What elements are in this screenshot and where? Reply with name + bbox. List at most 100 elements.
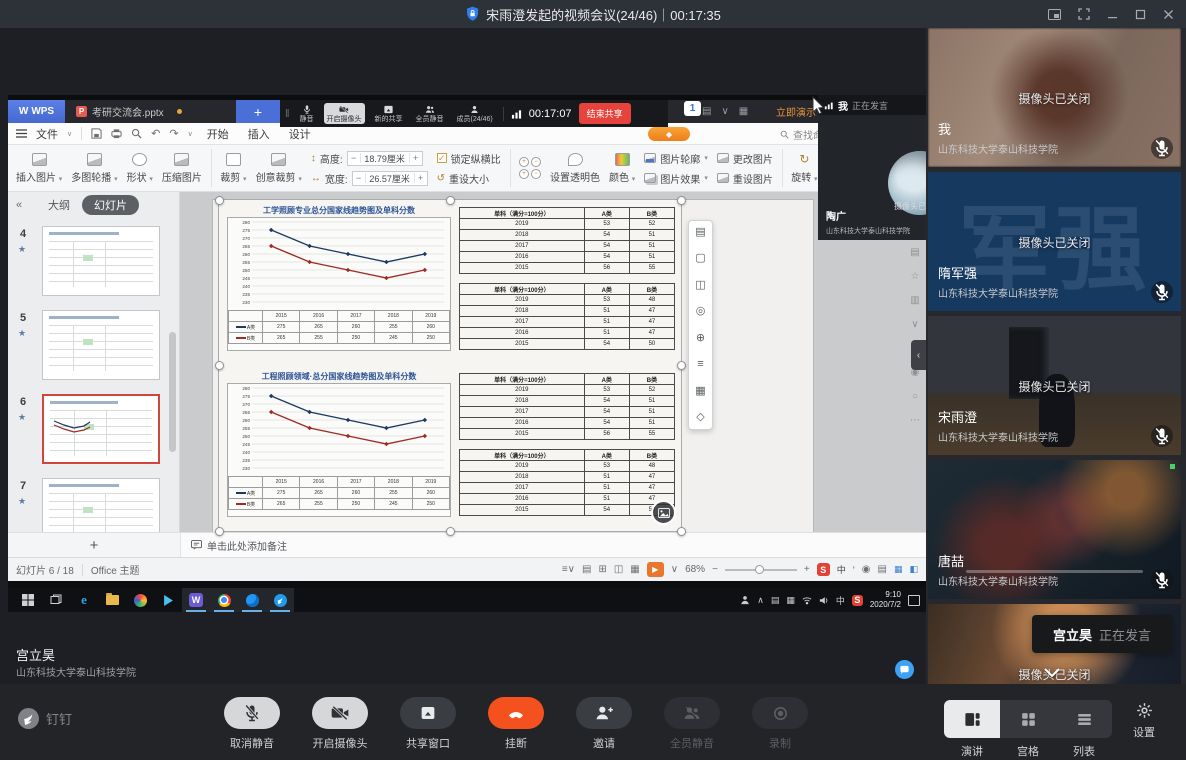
share-mute-button[interactable]: 静音 — [297, 103, 317, 124]
ime-punct-icon[interactable]: ’ — [853, 565, 855, 575]
share-members-button[interactable]: 成员(24/46) — [454, 103, 496, 124]
height-stepper[interactable]: −18.79厘米+ — [347, 151, 423, 166]
view-list-icon[interactable] — [1056, 700, 1112, 738]
slide-thumbnail[interactable]: 5★ — [18, 310, 170, 384]
zoom-percent[interactable]: 68% — [685, 564, 705, 575]
more-icon[interactable]: ⋯ — [910, 415, 920, 426]
panel-scrollbar[interactable] — [169, 332, 176, 452]
history-icon[interactable]: ○ — [912, 391, 918, 402]
onedrive-tray-icon[interactable]: ▤ — [771, 595, 780, 606]
volume-tray-icon[interactable] — [819, 596, 829, 605]
new-tab-button[interactable]: + — [236, 100, 280, 123]
video-app-icon[interactable] — [154, 588, 182, 612]
media-app-icon[interactable] — [126, 588, 154, 612]
star-icon[interactable]: ☆ — [911, 271, 920, 282]
ribbon-tab-design[interactable]: 设计 — [284, 126, 316, 142]
zoom-out-icon[interactable]: − — [712, 564, 718, 575]
lock-aspect-ratio-checkbox[interactable]: ✓锁定纵横比 — [437, 151, 501, 166]
ime-tray-icon[interactable]: 中 — [836, 594, 845, 607]
hangup-button[interactable]: 挂断 — [472, 697, 560, 751]
theme-name[interactable]: Office 主题 — [91, 562, 140, 577]
view-grid-icon[interactable] — [1000, 700, 1056, 738]
multi-picture-carousel-button[interactable]: 多图轮播 ▾ — [71, 153, 117, 184]
selection-handle[interactable] — [215, 361, 224, 370]
shape-button[interactable]: 形状 ▾ — [127, 153, 153, 184]
ime-mode-icon[interactable]: 中 — [837, 563, 846, 576]
compress-picture-button[interactable]: 压缩图片 — [162, 153, 202, 184]
redo-icon[interactable]: ↷ — [169, 127, 178, 140]
action-center-icon[interactable] — [908, 595, 920, 606]
sogou-tray-icon[interactable]: S — [852, 595, 863, 606]
tray-expand-icon[interactable]: ∧ — [757, 595, 764, 606]
selected-picture[interactable]: 工学照顾专业总分国家线趋势图及单科分数 23023524024525025526… — [219, 200, 681, 531]
people-tray-icon[interactable] — [740, 595, 750, 605]
zoom-slider[interactable] — [725, 569, 797, 571]
sogou-input-icon[interactable]: S — [817, 563, 830, 576]
crop-button[interactable]: 裁剪 ▾ — [220, 153, 246, 184]
grid-icon[interactable]: ▦ — [739, 106, 748, 117]
print-preview-icon[interactable] — [131, 128, 142, 139]
invite-button[interactable]: 邀请 — [560, 697, 648, 751]
zoom-tool-icon[interactable]: ◎ — [696, 306, 706, 317]
chevron-down-icon[interactable]: ∨ — [67, 130, 72, 138]
slide-sorter-icon[interactable]: ⊞ — [598, 564, 606, 575]
link-icon[interactable]: ⊕ — [696, 333, 705, 344]
reset-size-button[interactable]: ↺重设大小 — [437, 171, 501, 186]
share-mute-all-button[interactable]: 全员静音 — [413, 103, 447, 124]
start-button[interactable] — [14, 588, 42, 612]
selection-handle[interactable] — [446, 527, 455, 536]
tab-slides[interactable]: 幻灯片 — [82, 195, 139, 215]
color-button[interactable]: 颜色 ▾ — [609, 153, 635, 184]
record-button[interactable]: 录制 — [736, 697, 824, 751]
wps-taskbar-icon[interactable]: W — [182, 588, 210, 612]
view-speaker-icon[interactable] — [944, 700, 1000, 738]
ime-keyboard-icon[interactable]: ▤ — [878, 564, 887, 575]
layout-icon[interactable]: ▤ — [702, 106, 711, 117]
rotate-button[interactable]: ↻旋转 ▾ — [791, 152, 817, 184]
edge-icon[interactable]: e — [70, 588, 98, 612]
slide-thumbnail-image[interactable] — [42, 310, 160, 380]
maximize-icon[interactable] — [1135, 9, 1146, 20]
ribbon-tab-home[interactable]: 开始 — [202, 126, 234, 142]
notes-page-icon[interactable]: ▦ — [630, 564, 639, 575]
save-icon[interactable] — [91, 128, 102, 139]
chrome-taskbar-icon[interactable] — [210, 588, 238, 612]
slide-thumbnail-image[interactable] — [42, 394, 160, 464]
view-toggle-view-speaker[interactable]: 演讲 — [944, 700, 1000, 759]
participant-mini-tile[interactable]: 摄像头已关闭 陶广 山东科技大学泰山科技学院 — [818, 115, 926, 240]
selection-handle[interactable] — [215, 196, 224, 205]
mic-off-button[interactable]: 取消静音 — [208, 697, 296, 751]
participant-tile[interactable]: 唐喆山东科技大学泰山科技学院 — [928, 460, 1181, 599]
selection-handle[interactable] — [446, 196, 455, 205]
notes-toggle-icon[interactable]: ≡∨ — [562, 564, 575, 575]
selection-handle[interactable] — [677, 361, 686, 370]
notification-count-badge[interactable]: 1 — [684, 101, 701, 116]
slide-thumbnail[interactable]: 6★ — [18, 394, 170, 468]
width-stepper[interactable]: −26.57厘米+ — [352, 171, 428, 186]
dingtalk-taskbar-icon[interactable] — [266, 588, 294, 612]
wps-logo[interactable]: WWPS — [8, 100, 65, 123]
effects-icon[interactable]: ◇ — [696, 412, 704, 423]
tab-outline[interactable]: 大纲 — [48, 197, 70, 213]
fullscreen-icon[interactable] — [1078, 8, 1090, 20]
copy-icon[interactable]: ◫ — [695, 280, 705, 291]
share-camera-button[interactable]: 开启摄像头 — [324, 103, 365, 124]
file-menu[interactable]: 文件 — [36, 126, 58, 142]
nav-icon[interactable]: ∨ — [911, 319, 918, 330]
present-now-button[interactable]: 立即演示 — [776, 100, 816, 123]
picture-badge-icon[interactable] — [651, 500, 676, 525]
taskbar-clock[interactable]: 9:10 2020/7/2 — [870, 590, 901, 610]
crop-tool-icon[interactable]: ▢ — [695, 253, 705, 264]
ime-skin-icon[interactable]: ◧ — [909, 564, 918, 575]
ime-toolbox-icon[interactable]: ▦ — [894, 564, 903, 575]
people-button[interactable]: 全员静音 — [648, 697, 736, 751]
minimize-icon[interactable] — [1107, 9, 1118, 20]
normal-view-icon[interactable]: ▤ — [582, 564, 591, 575]
zoom-in-icon[interactable]: + — [804, 564, 810, 575]
map-app-taskbar-icon[interactable] — [238, 588, 266, 612]
collapse-panel-icon[interactable]: « — [16, 199, 22, 211]
selection-handle[interactable] — [677, 527, 686, 536]
list-icon[interactable]: ≡ — [697, 359, 703, 370]
slide-thumbnail-image[interactable] — [42, 226, 160, 296]
chat-button[interactable] — [895, 660, 914, 679]
